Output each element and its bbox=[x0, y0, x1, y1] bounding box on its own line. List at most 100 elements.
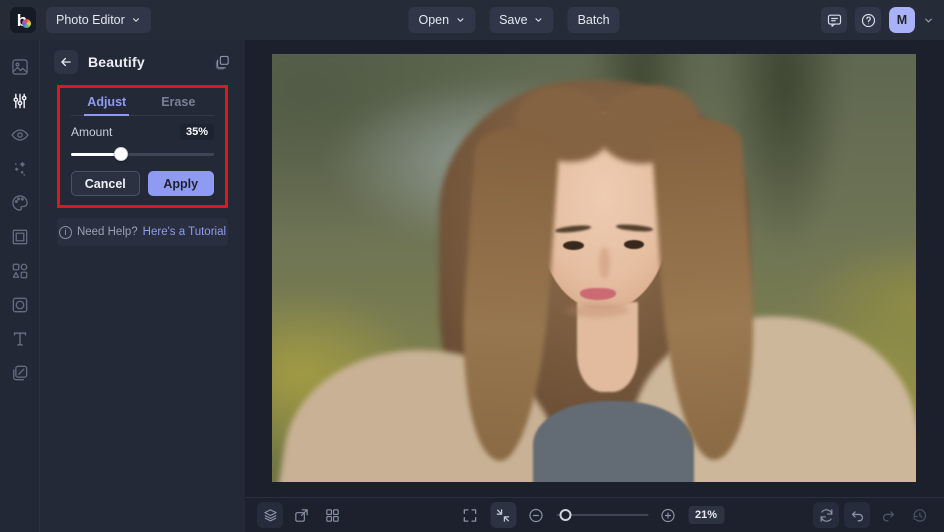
tutorial-link[interactable]: Here's a Tutorial bbox=[143, 226, 226, 238]
tools-sidebar bbox=[0, 40, 40, 532]
avatar-initial: M bbox=[896, 13, 908, 27]
fit-screen-icon bbox=[496, 508, 510, 522]
zoom-slider[interactable] bbox=[555, 508, 648, 522]
textures-icon bbox=[12, 365, 27, 380]
batch-button[interactable]: Batch bbox=[567, 7, 620, 33]
zoom-out-button[interactable] bbox=[523, 502, 549, 528]
duplicate-settings-button[interactable] bbox=[214, 54, 231, 71]
panel-tabs: Adjust Erase bbox=[71, 88, 214, 116]
tab-adjust[interactable]: Adjust bbox=[71, 88, 143, 116]
befunky-logo[interactable]: b bbox=[10, 7, 36, 33]
sidebar-item-edit[interactable] bbox=[2, 84, 38, 117]
chevron-down-icon bbox=[925, 18, 932, 22]
user-avatar[interactable]: M bbox=[889, 7, 915, 33]
apply-button[interactable]: Apply bbox=[147, 171, 214, 196]
tab-erase[interactable]: Erase bbox=[143, 88, 215, 115]
zoom-in-button[interactable] bbox=[655, 502, 681, 528]
amount-value-badge: 35% bbox=[179, 124, 214, 140]
fit-to-screen-button[interactable] bbox=[489, 502, 516, 528]
save-button[interactable]: Save bbox=[489, 7, 554, 33]
plus-circle-icon bbox=[661, 508, 675, 522]
fullscreen-icon bbox=[463, 508, 477, 522]
help-text: Need Help? bbox=[76, 226, 138, 238]
sidebar-item-photo-manager[interactable] bbox=[2, 50, 38, 83]
help-button[interactable] bbox=[855, 7, 881, 33]
sidebar-item-effects[interactable] bbox=[2, 152, 38, 185]
arrow-left-icon bbox=[61, 57, 71, 67]
photo-editor-menu-label: Photo Editor bbox=[56, 13, 125, 27]
open-label: Open bbox=[418, 13, 450, 27]
back-button[interactable] bbox=[54, 50, 78, 74]
frames-icon bbox=[12, 229, 27, 244]
subject-eye-right bbox=[623, 239, 645, 249]
chevron-down-icon bbox=[535, 18, 542, 22]
reset-button[interactable] bbox=[813, 502, 839, 528]
canvas-photo[interactable] bbox=[272, 54, 916, 482]
edit-sliders-icon bbox=[12, 93, 27, 108]
sidebar-item-graphics[interactable] bbox=[2, 254, 38, 287]
copy-icon bbox=[215, 55, 229, 69]
batch-label: Batch bbox=[577, 13, 610, 27]
subject-nose bbox=[599, 246, 611, 279]
zoom-level-badge: 21% bbox=[687, 506, 725, 524]
sidebar-item-frames[interactable] bbox=[2, 220, 38, 253]
panel-header: Beautify bbox=[40, 40, 245, 84]
grid-icon bbox=[325, 508, 339, 522]
statusbar-left-group bbox=[257, 502, 345, 528]
redo-icon bbox=[882, 510, 894, 521]
photo-manager-icon bbox=[11, 58, 28, 75]
info-icon: i bbox=[58, 225, 72, 239]
undo-button[interactable] bbox=[844, 502, 870, 528]
graphics-shapes-icon bbox=[12, 263, 27, 278]
subject-eye-left bbox=[563, 240, 584, 250]
export-button[interactable] bbox=[288, 502, 314, 528]
zoom-slider-thumb[interactable] bbox=[559, 509, 572, 521]
sidebar-item-textures[interactable] bbox=[2, 356, 38, 389]
apps-grid-button[interactable] bbox=[319, 502, 345, 528]
sidebar-item-overlays[interactable] bbox=[2, 288, 38, 321]
panel-title: Beautify bbox=[88, 54, 145, 70]
photo-editor-app: b Photo Editor Open Save Batch bbox=[0, 0, 944, 532]
sidebar-item-artsy[interactable] bbox=[2, 186, 38, 219]
minus-circle-icon bbox=[529, 508, 543, 522]
amount-slider[interactable] bbox=[71, 147, 214, 161]
account-menu-toggle[interactable] bbox=[923, 15, 934, 26]
layers-icon bbox=[263, 508, 277, 521]
subject-lips bbox=[579, 287, 616, 300]
sidebar-item-text[interactable] bbox=[2, 322, 38, 355]
history-clock-icon bbox=[913, 508, 926, 522]
topbar-right-group: M bbox=[821, 7, 934, 33]
cancel-button[interactable]: Cancel bbox=[71, 171, 140, 196]
status-bar: 21% bbox=[245, 497, 944, 532]
artsy-palette-icon bbox=[11, 194, 28, 211]
touchup-eye-icon bbox=[10, 128, 29, 141]
adjust-panel-highlighted: Adjust Erase Amount 35% Cancel Apply bbox=[57, 85, 228, 208]
amount-slider-thumb[interactable] bbox=[114, 147, 129, 161]
panel-actions: Cancel Apply bbox=[71, 171, 214, 196]
amount-row: Amount 35% bbox=[71, 124, 214, 140]
chevron-down-icon bbox=[132, 18, 139, 22]
undo-icon bbox=[851, 510, 863, 521]
redo-button[interactable] bbox=[875, 502, 901, 528]
overlays-icon bbox=[12, 297, 27, 312]
top-bar: b Photo Editor Open Save Batch bbox=[0, 0, 944, 40]
chat-icon bbox=[827, 14, 841, 27]
feedback-chat-button[interactable] bbox=[821, 7, 847, 33]
subject-shirt bbox=[532, 400, 694, 482]
open-button[interactable]: Open bbox=[408, 7, 476, 33]
canvas-area bbox=[245, 40, 944, 497]
text-icon bbox=[13, 331, 26, 346]
statusbar-right-group bbox=[813, 502, 932, 528]
logo-rainbow-ring-icon bbox=[22, 19, 31, 28]
fullscreen-button[interactable] bbox=[457, 502, 483, 528]
refresh-icon bbox=[820, 508, 832, 522]
layers-button[interactable] bbox=[257, 502, 283, 528]
share-arrow-icon bbox=[294, 508, 308, 522]
question-mark-icon bbox=[861, 13, 875, 27]
main-area: Beautify Adjust Erase Amount 35% Cancel … bbox=[0, 40, 944, 532]
sidebar-item-touch-up[interactable] bbox=[2, 118, 38, 151]
photo-editor-menu-button[interactable]: Photo Editor bbox=[46, 7, 151, 33]
topbar-center-group: Open Save Batch bbox=[408, 7, 620, 33]
history-button[interactable] bbox=[906, 502, 932, 528]
zoom-controls: 21% bbox=[457, 502, 725, 528]
